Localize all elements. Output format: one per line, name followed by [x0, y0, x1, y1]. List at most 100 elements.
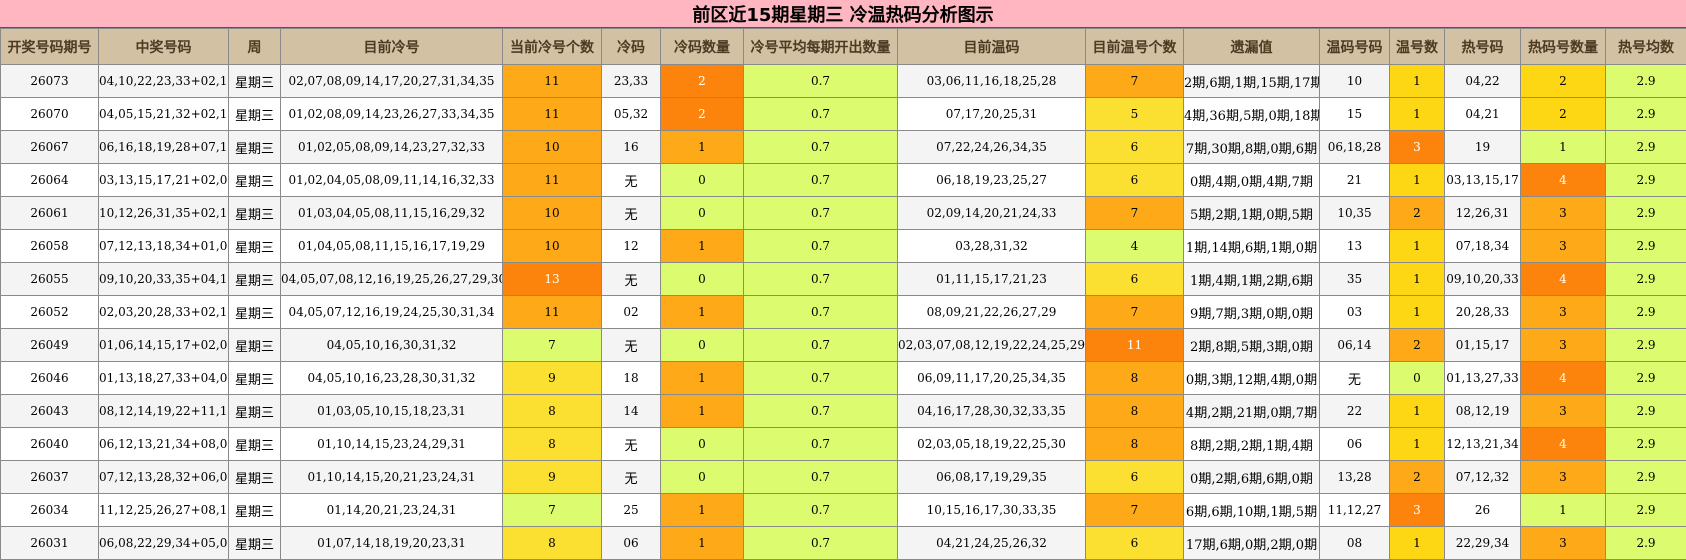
current-warm-numbers: 02,03,07,08,12,19,22,24,25,29,34	[897, 328, 1086, 362]
cold-code: 无	[601, 328, 661, 362]
weekday: 星期三	[228, 460, 281, 494]
cold-avg-per-issue: 0.7	[743, 460, 898, 494]
winning-numbers: 06,16,18,19,28+07,11	[98, 130, 229, 164]
current-cold-numbers: 01,03,04,05,08,11,15,16,29,32	[280, 196, 503, 230]
hot-count: 1	[1520, 493, 1606, 527]
current-cold-count: 8	[502, 526, 602, 560]
omission-values: 1期,14期,6期,1期,0期	[1183, 229, 1320, 263]
column-header: 温号数	[1389, 28, 1445, 65]
warm-code-numbers: 35	[1319, 262, 1390, 296]
winning-numbers: 07,12,13,18,34+01,05	[98, 229, 229, 263]
current-warm-numbers: 06,08,17,19,29,35	[897, 460, 1086, 494]
table-row: 26064 03,13,15,17,21+02,07 星期三 01,02,04,05,…	[0, 163, 1686, 197]
warm-count: 2	[1389, 460, 1445, 494]
column-header: 热码号数量	[1520, 28, 1606, 65]
omission-values: 17期,6期,0期,2期,0期	[1183, 526, 1320, 560]
column-header: 热号均数	[1605, 28, 1686, 65]
winning-numbers: 04,05,15,21,32+02,11	[98, 97, 229, 131]
warm-count: 3	[1389, 130, 1445, 164]
cold-code: 23,33	[601, 64, 661, 98]
current-warm-count: 6	[1085, 460, 1184, 494]
cold-avg-per-issue: 0.7	[743, 196, 898, 230]
cold-avg-per-issue: 0.7	[743, 361, 898, 395]
cold-code-count: 0	[660, 163, 744, 197]
cold-code-count: 1	[660, 526, 744, 560]
cold-code: 无	[601, 163, 661, 197]
hot-numbers: 07,12,32	[1444, 460, 1521, 494]
hot-average: 2.9	[1605, 130, 1686, 164]
cold-avg-per-issue: 0.7	[743, 427, 898, 461]
hot-average: 2.9	[1605, 427, 1686, 461]
column-header: 冷号平均每期开出数量	[743, 28, 898, 65]
warm-code-numbers: 03	[1319, 295, 1390, 329]
current-warm-count: 8	[1085, 427, 1184, 461]
current-cold-count: 9	[502, 460, 602, 494]
cold-avg-per-issue: 0.7	[743, 163, 898, 197]
issue-number: 26034	[0, 493, 99, 527]
cold-code-count: 0	[660, 328, 744, 362]
issue-number: 26055	[0, 262, 99, 296]
winning-numbers: 08,12,14,19,22+11,12	[98, 394, 229, 428]
warm-code-numbers: 13	[1319, 229, 1390, 263]
current-cold-count: 7	[502, 493, 602, 527]
winning-numbers: 02,03,20,28,33+02,12	[98, 295, 229, 329]
current-warm-numbers: 07,22,24,26,34,35	[897, 130, 1086, 164]
warm-count: 2	[1389, 328, 1445, 362]
hot-count: 3	[1520, 295, 1606, 329]
issue-number: 26070	[0, 97, 99, 131]
winning-numbers: 09,10,20,33,35+04,11	[98, 262, 229, 296]
hot-average: 2.9	[1605, 493, 1686, 527]
hot-count: 4	[1520, 427, 1606, 461]
cold-avg-per-issue: 0.7	[743, 97, 898, 131]
column-header: 遗漏值	[1183, 28, 1320, 65]
hot-count: 3	[1520, 229, 1606, 263]
column-header: 中奖号码	[98, 28, 229, 65]
warm-count: 1	[1389, 97, 1445, 131]
cold-code-count: 0	[660, 427, 744, 461]
hot-average: 2.9	[1605, 229, 1686, 263]
cold-code: 18	[601, 361, 661, 395]
table-row: 26061 10,12,26,31,35+02,12 星期三 01,03,04,05,…	[0, 196, 1686, 230]
issue-number: 26058	[0, 229, 99, 263]
current-cold-numbers: 01,14,20,21,23,24,31	[280, 493, 503, 527]
table-row: 26037 07,12,13,28,32+06,08 星期三 01,10,14,15,…	[0, 460, 1686, 494]
cold-code: 无	[601, 460, 661, 494]
current-warm-count: 7	[1085, 64, 1184, 98]
current-warm-count: 7	[1085, 196, 1184, 230]
hot-numbers: 19	[1444, 130, 1521, 164]
current-warm-count: 5	[1085, 97, 1184, 131]
warm-code-numbers: 06,14	[1319, 328, 1390, 362]
weekday: 星期三	[228, 196, 281, 230]
hot-numbers: 22,29,34	[1444, 526, 1521, 560]
cold-code: 05,32	[601, 97, 661, 131]
hot-numbers: 04,21	[1444, 97, 1521, 131]
cold-code-count: 1	[660, 394, 744, 428]
hot-count: 3	[1520, 328, 1606, 362]
warm-code-numbers: 21	[1319, 163, 1390, 197]
omission-values: 6期,6期,10期,1期,5期	[1183, 493, 1320, 527]
omission-values: 5期,2期,1期,0期,5期	[1183, 196, 1320, 230]
hot-count: 2	[1520, 64, 1606, 98]
hot-average: 2.9	[1605, 97, 1686, 131]
warm-code-numbers: 11,12,27	[1319, 493, 1390, 527]
hot-average: 2.9	[1605, 196, 1686, 230]
warm-code-numbers: 06	[1319, 427, 1390, 461]
cold-avg-per-issue: 0.7	[743, 262, 898, 296]
cold-avg-per-issue: 0.7	[743, 130, 898, 164]
current-cold-count: 9	[502, 361, 602, 395]
issue-number: 26067	[0, 130, 99, 164]
warm-count: 1	[1389, 163, 1445, 197]
current-cold-count: 13	[502, 262, 602, 296]
omission-values: 7期,30期,8期,0期,6期	[1183, 130, 1320, 164]
winning-numbers: 07,12,13,28,32+06,08	[98, 460, 229, 494]
omission-values: 0期,4期,0期,4期,7期	[1183, 163, 1320, 197]
current-cold-numbers: 01,02,08,09,14,23,26,27,33,34,35	[280, 97, 503, 131]
current-warm-count: 7	[1085, 493, 1184, 527]
warm-code-numbers: 10,35	[1319, 196, 1390, 230]
warm-code-numbers: 无	[1319, 361, 1390, 395]
issue-number: 26031	[0, 526, 99, 560]
hot-numbers: 26	[1444, 493, 1521, 527]
warm-code-numbers: 08	[1319, 526, 1390, 560]
issue-number: 26037	[0, 460, 99, 494]
weekday: 星期三	[228, 163, 281, 197]
